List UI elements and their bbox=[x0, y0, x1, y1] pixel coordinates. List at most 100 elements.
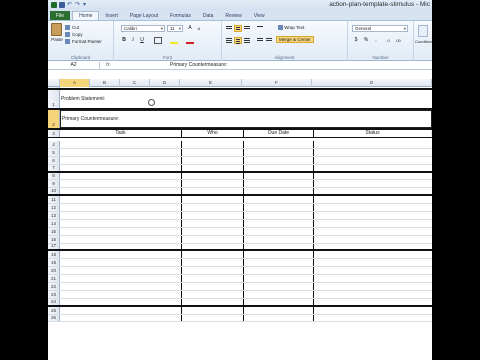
row-header-11[interactable]: 11 bbox=[48, 196, 60, 204]
align-middle-icon[interactable] bbox=[234, 25, 242, 32]
status-cell[interactable] bbox=[314, 188, 432, 194]
who-cell[interactable] bbox=[182, 235, 244, 243]
redo-icon[interactable]: ↷ bbox=[75, 2, 81, 8]
row-header-21[interactable]: 21 bbox=[48, 275, 60, 283]
who-cell[interactable] bbox=[182, 180, 244, 188]
number-format-dropdown[interactable]: General bbox=[352, 25, 408, 32]
due-date-cell[interactable] bbox=[244, 251, 314, 259]
tab-home[interactable]: Home bbox=[72, 11, 100, 20]
who-cell[interactable] bbox=[182, 141, 244, 148]
tab-page-layout[interactable]: Page Layout bbox=[124, 11, 164, 20]
decrease-indent-icon[interactable] bbox=[256, 37, 264, 44]
decrease-decimal-icon[interactable]: .00 bbox=[394, 37, 402, 44]
row-header-17[interactable]: 17 bbox=[48, 243, 60, 250]
column-header-b[interactable]: B bbox=[90, 79, 120, 87]
who-cell[interactable] bbox=[182, 188, 244, 195]
status-cell[interactable] bbox=[314, 251, 432, 258]
status-cell[interactable] bbox=[314, 196, 432, 203]
status-cell[interactable] bbox=[314, 315, 432, 322]
tab-review[interactable]: Review bbox=[219, 11, 247, 20]
row-header-18[interactable]: 18 bbox=[48, 251, 60, 259]
status-cell[interactable] bbox=[314, 149, 432, 156]
who-cell[interactable] bbox=[182, 251, 244, 259]
fx-icon[interactable]: fx bbox=[106, 62, 110, 69]
due-date-cell[interactable] bbox=[244, 314, 314, 322]
row-header-23[interactable]: 23 bbox=[48, 290, 60, 298]
who-cell[interactable] bbox=[182, 148, 244, 156]
status-cell[interactable] bbox=[314, 275, 432, 282]
header-due-date[interactable]: Due Date bbox=[244, 130, 314, 137]
row-header-14[interactable]: 14 bbox=[48, 219, 60, 227]
tab-insert[interactable]: Insert bbox=[99, 11, 124, 20]
wrap-text-button[interactable]: Wrap Text bbox=[278, 25, 304, 31]
who-cell[interactable] bbox=[182, 298, 244, 305]
due-date-cell[interactable] bbox=[244, 141, 314, 148]
who-cell[interactable] bbox=[182, 283, 244, 290]
row-header-20[interactable]: 20 bbox=[48, 267, 60, 275]
due-date-cell[interactable] bbox=[244, 227, 314, 235]
task-cell[interactable] bbox=[60, 212, 182, 219]
task-cell[interactable] bbox=[60, 275, 182, 283]
due-date-cell[interactable] bbox=[244, 212, 314, 219]
status-cell[interactable] bbox=[314, 283, 432, 290]
row-header-6[interactable]: 6 bbox=[48, 156, 60, 164]
row-header-1[interactable]: 1 bbox=[48, 90, 60, 108]
problem-statement-cell[interactable]: Problem Statement: bbox=[60, 90, 432, 108]
percent-button[interactable]: % bbox=[362, 37, 370, 44]
font-color-icon[interactable] bbox=[186, 37, 194, 44]
who-cell[interactable] bbox=[182, 306, 244, 314]
task-cell[interactable] bbox=[60, 196, 182, 204]
name-box[interactable]: A2 bbox=[48, 62, 100, 69]
due-date-cell[interactable] bbox=[244, 283, 314, 290]
increase-indent-icon[interactable] bbox=[265, 37, 273, 44]
task-cell[interactable] bbox=[60, 141, 182, 148]
who-cell[interactable] bbox=[182, 314, 244, 322]
status-cell[interactable] bbox=[314, 299, 432, 305]
align-right-icon[interactable] bbox=[243, 37, 251, 44]
due-date-cell[interactable] bbox=[244, 243, 314, 250]
comma-button[interactable]: , bbox=[372, 37, 380, 44]
due-date-cell[interactable] bbox=[244, 219, 314, 227]
task-cell[interactable] bbox=[60, 267, 182, 275]
row-header-5[interactable]: 5 bbox=[48, 148, 60, 156]
task-cell[interactable] bbox=[60, 156, 182, 164]
font-size-dropdown[interactable]: 11 bbox=[167, 25, 183, 32]
cut-button[interactable]: Cut bbox=[65, 24, 102, 31]
task-cell[interactable] bbox=[60, 259, 182, 267]
due-date-cell[interactable] bbox=[244, 259, 314, 267]
header-task[interactable]: Task bbox=[60, 130, 182, 137]
row-header-3[interactable]: 3 bbox=[48, 130, 60, 137]
who-cell[interactable] bbox=[182, 259, 244, 267]
row-header-26[interactable]: 26 bbox=[48, 314, 60, 322]
customize-qat-icon[interactable]: ▾ bbox=[83, 2, 89, 8]
due-date-cell[interactable] bbox=[244, 267, 314, 275]
row-header-8[interactable]: 8 bbox=[48, 172, 60, 180]
status-cell[interactable] bbox=[314, 165, 432, 171]
due-date-cell[interactable] bbox=[244, 298, 314, 305]
who-cell[interactable] bbox=[182, 204, 244, 212]
column-header-f[interactable]: F bbox=[242, 79, 312, 87]
align-bottom-icon[interactable] bbox=[243, 25, 251, 32]
due-date-cell[interactable] bbox=[244, 148, 314, 156]
font-name-dropdown[interactable]: Calibri bbox=[121, 25, 165, 32]
italic-button[interactable]: I bbox=[129, 37, 137, 44]
task-cell[interactable] bbox=[60, 148, 182, 156]
who-cell[interactable] bbox=[182, 164, 244, 171]
column-header-c[interactable]: C bbox=[120, 79, 150, 87]
task-cell[interactable] bbox=[60, 180, 182, 188]
status-cell[interactable] bbox=[314, 236, 432, 243]
task-cell[interactable] bbox=[60, 283, 182, 290]
status-cell[interactable] bbox=[314, 259, 432, 266]
due-date-cell[interactable] bbox=[244, 196, 314, 204]
row-header-9[interactable]: 9 bbox=[48, 180, 60, 188]
row-header-16[interactable]: 16 bbox=[48, 235, 60, 243]
tab-view[interactable]: View bbox=[248, 11, 271, 20]
status-cell[interactable] bbox=[314, 244, 432, 250]
row-header-12[interactable]: 12 bbox=[48, 204, 60, 212]
due-date-cell[interactable] bbox=[244, 204, 314, 212]
align-top-icon[interactable] bbox=[225, 25, 233, 32]
task-cell[interactable] bbox=[60, 290, 182, 298]
status-cell[interactable] bbox=[314, 291, 432, 298]
who-cell[interactable] bbox=[182, 243, 244, 250]
task-cell[interactable] bbox=[60, 219, 182, 227]
